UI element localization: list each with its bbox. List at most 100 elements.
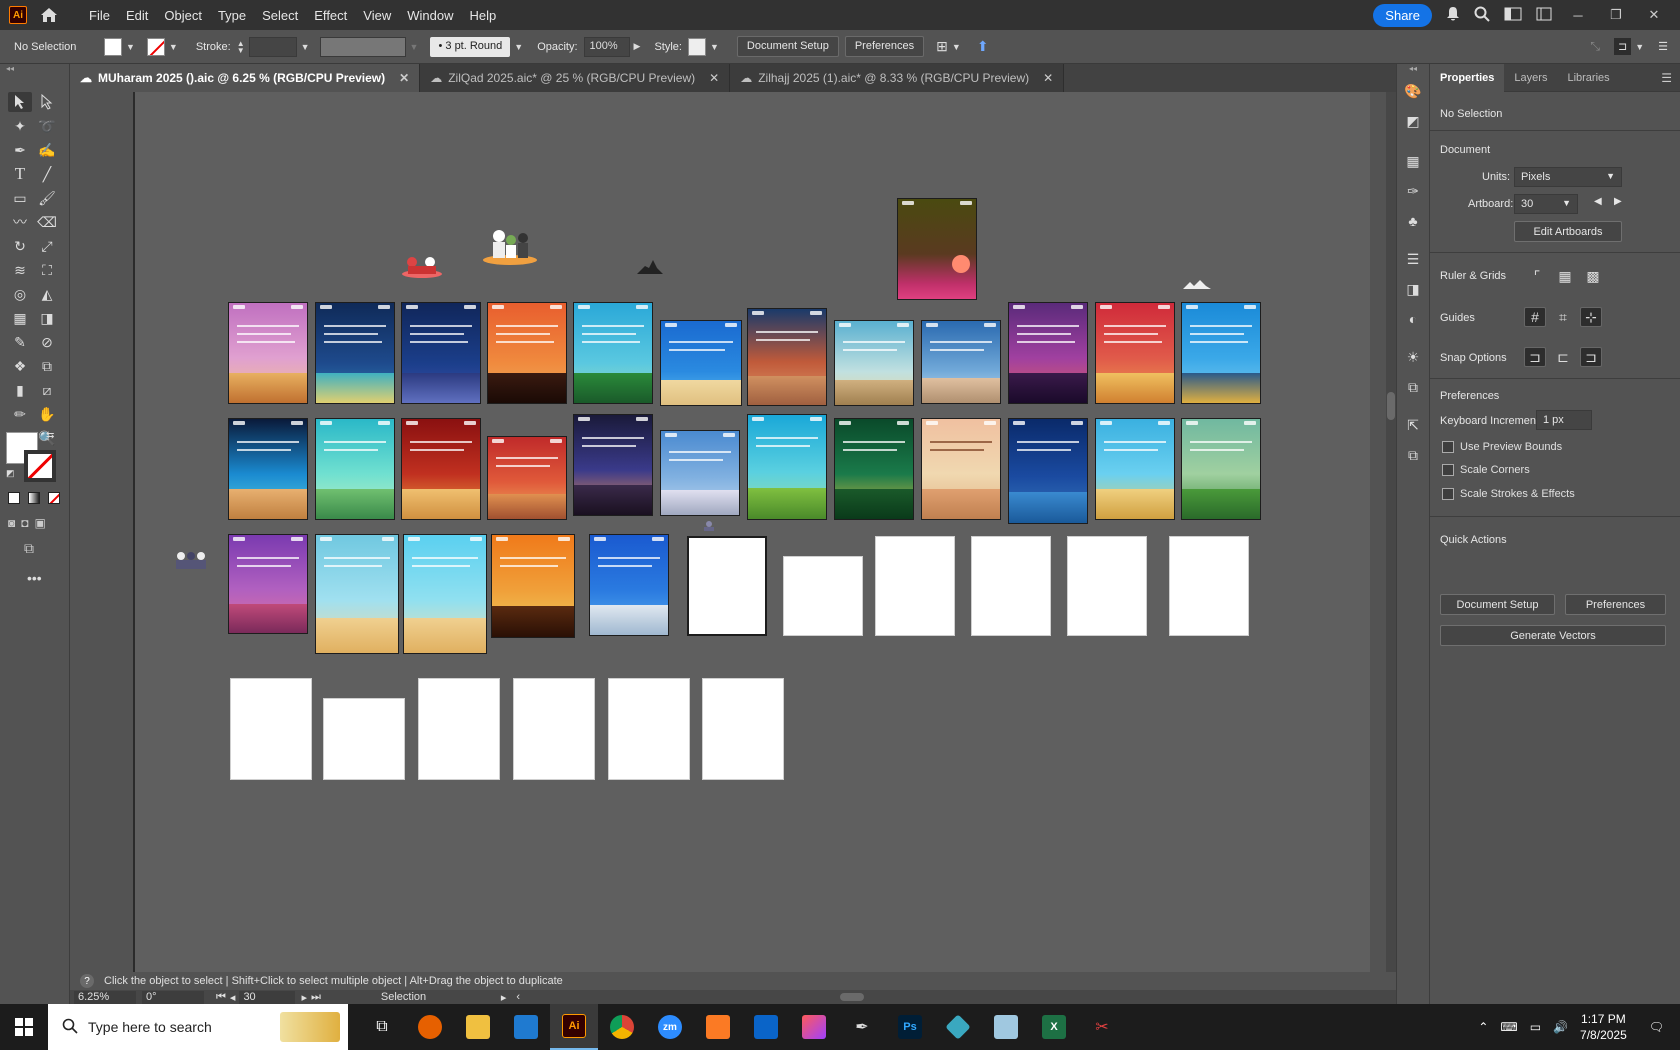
scroll-left-icon[interactable]: ‹: [516, 991, 520, 1003]
symbol-sprayer-tool-icon[interactable]: ❖: [8, 356, 32, 376]
color-panel-icon[interactable]: 🎨: [1403, 83, 1423, 103]
stroke-weight-input[interactable]: [248, 36, 297, 57]
appearance-icon[interactable]: ☀: [1403, 349, 1423, 369]
app-wand-icon[interactable]: ✂: [1078, 1004, 1126, 1050]
graphic-styles-icon[interactable]: ⧉: [1403, 379, 1423, 399]
transparency-icon[interactable]: ◐: [1403, 311, 1423, 331]
illustration-group[interactable]: [173, 550, 209, 570]
windows-start-icon[interactable]: [0, 1004, 48, 1050]
show-guides-icon[interactable]: #: [1524, 307, 1546, 327]
edit-toolbar-icon[interactable]: •••: [27, 570, 42, 586]
document-setup-button[interactable]: Document Setup: [736, 36, 839, 57]
network-icon[interactable]: ⌨: [1500, 1020, 1517, 1034]
collapse-icon[interactable]: ◂◂: [1397, 64, 1429, 73]
menu-window[interactable]: Window: [399, 8, 461, 23]
file-explorer-icon[interactable]: [454, 1004, 502, 1050]
next-artboard-icon[interactable]: ▸: [301, 991, 307, 1004]
snap-point-icon[interactable]: ⊐: [1524, 347, 1546, 367]
rotation-field[interactable]: 0°: [142, 990, 204, 1004]
artboard-poster[interactable]: [1181, 302, 1261, 404]
export-icon[interactable]: ⇱: [1403, 417, 1423, 437]
menu-effect[interactable]: Effect: [306, 8, 355, 23]
artboard-poster[interactable]: [403, 534, 487, 654]
artboard-blank[interactable]: [687, 536, 767, 636]
illustration-tiny[interactable]: [701, 520, 717, 532]
artboard-blank[interactable]: [1067, 536, 1147, 636]
blend-tool-icon[interactable]: ⊘: [35, 332, 59, 352]
column-graph-tool-icon[interactable]: ▮: [8, 380, 32, 400]
tab-layers[interactable]: Layers: [1504, 64, 1557, 92]
artboard-poster[interactable]: [1095, 302, 1175, 404]
artboard-poster[interactable]: [491, 534, 575, 638]
app-notes-icon[interactable]: [982, 1004, 1030, 1050]
symbols-icon[interactable]: ♣: [1403, 213, 1423, 233]
checkbox[interactable]: [1442, 464, 1454, 476]
smart-guides-icon[interactable]: ⊹: [1580, 307, 1602, 327]
transparency-grid-icon[interactable]: ▩: [1582, 266, 1604, 286]
workspace-switcher-icon[interactable]: [1504, 7, 1522, 24]
qa-document-setup-button[interactable]: Document Setup: [1440, 594, 1555, 615]
arrange-documents-icon[interactable]: [1536, 7, 1552, 24]
gradient-panel-icon[interactable]: ◨: [1403, 281, 1423, 301]
clock[interactable]: 1:17 PM 7/8/2025: [1580, 1011, 1627, 1043]
artboard-poster[interactable]: [1181, 418, 1261, 520]
artboard-tool-icon[interactable]: ⧉: [35, 356, 59, 376]
fill-swatch[interactable]: [104, 37, 122, 56]
artboard-poster[interactable]: [1008, 418, 1088, 524]
slice-tool-icon[interactable]: ⧄: [35, 380, 59, 400]
keyboard-increment-input[interactable]: 1 px: [1536, 410, 1592, 430]
grid-icon[interactable]: ▦: [1554, 266, 1576, 286]
chevron-down-icon[interactable]: ▼: [514, 42, 523, 52]
menu-view[interactable]: View: [355, 8, 399, 23]
artboard-blank[interactable]: [1169, 536, 1249, 636]
chevron-down-icon[interactable]: ▼: [1635, 42, 1644, 52]
artboard-poster[interactable]: [573, 414, 653, 516]
menu-edit[interactable]: Edit: [118, 8, 156, 23]
default-colors-icon[interactable]: ◩: [6, 468, 15, 479]
align-icon[interactable]: ⊞: [936, 38, 948, 55]
artboards-panel-icon[interactable]: ⧉: [1403, 447, 1423, 467]
vscode-icon[interactable]: [502, 1004, 550, 1050]
opacity-input[interactable]: 100%: [583, 36, 630, 57]
artboard-poster[interactable]: [228, 418, 308, 520]
pen-app-icon[interactable]: ✒: [838, 1004, 886, 1050]
paintbrush-tool-icon[interactable]: 🖌: [35, 188, 59, 208]
artboard-blank[interactable]: [702, 678, 784, 780]
last-artboard-icon[interactable]: ⏭: [311, 991, 321, 1004]
artboard-poster[interactable]: [315, 418, 395, 520]
display-icon[interactable]: ▭: [1530, 1020, 1541, 1034]
type-tool-icon[interactable]: T: [8, 164, 32, 184]
prev-artboard-icon[interactable]: ◀: [1594, 196, 1602, 207]
preferences-button[interactable]: Preferences: [844, 36, 925, 57]
help-icon[interactable]: ?: [80, 974, 94, 988]
swap-colors-icon[interactable]: ⇆: [46, 430, 54, 441]
panel-menu-icon[interactable]: ☰: [1658, 40, 1668, 53]
restore-icon[interactable]: ❐: [1604, 7, 1628, 23]
line-tool-icon[interactable]: ╱: [35, 164, 59, 184]
scroll-thumb[interactable]: [1387, 392, 1395, 420]
units-select[interactable]: Pixels ▼: [1514, 167, 1622, 187]
tab-properties[interactable]: Properties: [1430, 63, 1505, 92]
stroke-swatch[interactable]: [146, 37, 165, 56]
menu-select[interactable]: Select: [254, 8, 306, 23]
scale-corners-checkbox[interactable]: Scale Corners: [1442, 464, 1530, 476]
illustrator-taskbar-icon[interactable]: Ai: [550, 1004, 598, 1050]
stroke-stepper-icon[interactable]: ▲ ▼: [237, 39, 245, 54]
eyedropper-tool-icon[interactable]: ✎: [8, 332, 32, 352]
artboard-blank[interactable]: [608, 678, 690, 780]
variable-width-profile[interactable]: [319, 36, 406, 57]
first-artboard-icon[interactable]: ⏮: [216, 991, 226, 1004]
chevron-down-icon[interactable]: ▼: [301, 42, 310, 52]
artboard-nav-field[interactable]: 30: [239, 990, 296, 1004]
scale-tool-icon[interactable]: ⤢: [35, 236, 59, 256]
snap-grid-icon[interactable]: ⊏: [1552, 347, 1574, 367]
pencil-tool-icon[interactable]: ✏: [8, 404, 32, 424]
swatches-icon[interactable]: ▦: [1403, 153, 1423, 173]
chevron-up-icon[interactable]: ⌃: [1478, 1020, 1488, 1034]
task-view-icon[interactable]: ⧉: [358, 1004, 406, 1050]
chrome-icon[interactable]: [598, 1004, 646, 1050]
brushes-icon[interactable]: ✑: [1403, 183, 1423, 203]
artboard-select[interactable]: 30 ▼: [1514, 194, 1578, 214]
menu-object[interactable]: Object: [156, 8, 210, 23]
artboard-poster[interactable]: [921, 418, 1001, 520]
